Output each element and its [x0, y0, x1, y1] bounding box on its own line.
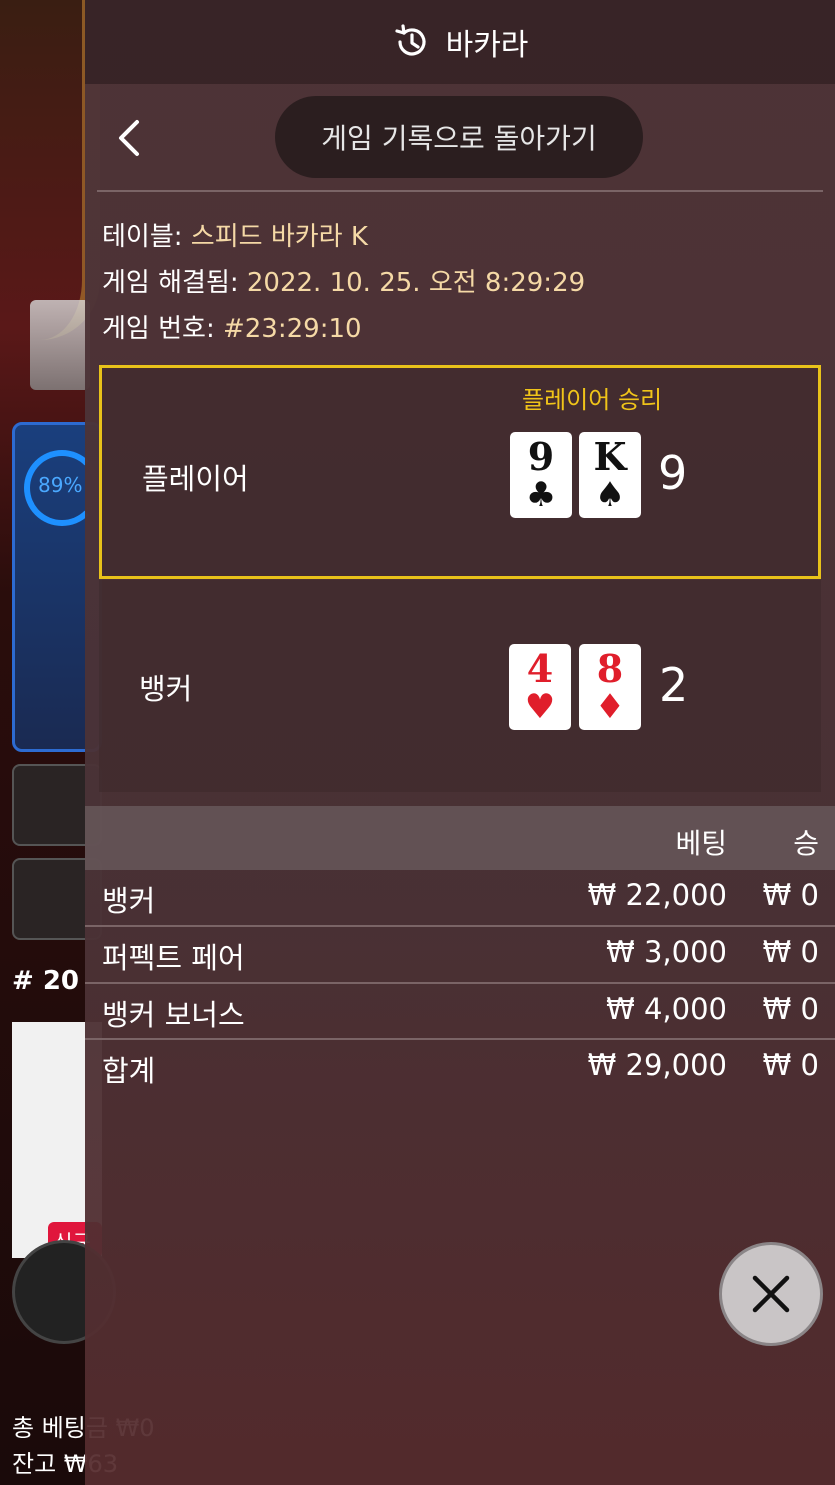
game-history-panel: 바카라 게임 기록으로 돌아가기 테이블: 스피드 바카라 K 게임 해결됨: … — [85, 0, 835, 1485]
info-table: 테이블: 스피드 바카라 K — [102, 222, 368, 252]
chevron-left-icon — [119, 120, 139, 156]
table-row: 뱅커 ₩ 22,000 ₩ 0 — [102, 878, 819, 918]
banker-card-1: 4 ♥ — [509, 644, 571, 730]
col-win-header: 승 — [793, 827, 819, 860]
bet-timer-label: 89% — [38, 473, 83, 497]
divider — [97, 190, 823, 192]
close-button[interactable] — [719, 1242, 823, 1346]
banker-card-2: 8 ♦ — [579, 644, 641, 730]
player-hand-label: 플레이어 — [142, 462, 249, 496]
player-hand: 플레이어 승리 플레이어 9 ♣ K ♠ 9 — [99, 365, 821, 579]
col-bet-header: 베팅 — [675, 827, 727, 860]
card-shoe — [30, 300, 90, 390]
total-row: 합계 ₩ 29,000 ₩ 0 — [102, 1048, 819, 1088]
info-resolved: 게임 해결됨: 2022. 10. 25. 오전 8:29:29 — [102, 268, 586, 298]
info-game-number: 게임 번호: #23:29:10 — [102, 314, 362, 344]
round-number: # 20 — [12, 966, 80, 996]
player-card-1: 9 ♣ — [510, 432, 572, 518]
panel-header: 바카라 — [85, 0, 835, 84]
table-row: 퍼펙트 페어 ₩ 3,000 ₩ 0 — [102, 935, 819, 975]
table-row: 뱅커 보너스 ₩ 4,000 ₩ 0 — [102, 992, 819, 1032]
player-score: 9 — [658, 446, 688, 500]
bets-table-header: 베팅 승 — [85, 806, 835, 870]
close-icon — [752, 1275, 790, 1313]
player-card-2: K ♠ — [579, 432, 641, 518]
panel-title: 바카라 — [445, 28, 529, 63]
banker-hand: 뱅커 4 ♥ 8 ♦ 2 — [99, 580, 821, 792]
back-button[interactable] — [109, 116, 149, 160]
banker-score: 2 — [659, 658, 689, 712]
banker-hand-label: 뱅커 — [139, 672, 193, 706]
history-icon — [394, 24, 426, 56]
winner-label: 플레이어 승리 — [522, 386, 663, 414]
return-to-history-button[interactable]: 게임 기록으로 돌아가기 — [275, 96, 643, 178]
